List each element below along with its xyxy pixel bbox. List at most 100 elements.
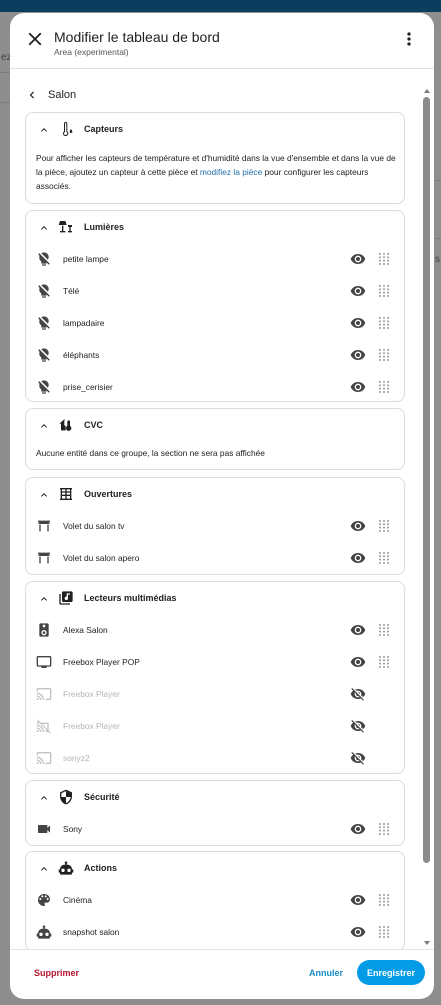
section-header-actions[interactable]: Actions xyxy=(26,852,404,886)
thermometer-water-icon xyxy=(63,122,73,137)
section-header-securite[interactable]: Sécurité xyxy=(26,781,404,815)
entity-name: prise_cerisier xyxy=(63,382,113,392)
eye-icon[interactable] xyxy=(350,550,366,566)
section-ouvertures: Ouvertures Volet du salon tv Volet du sa… xyxy=(25,477,405,575)
robot-icon xyxy=(58,861,74,875)
save-button[interactable]: Enregistrer xyxy=(357,960,425,985)
entity-row[interactable]: Volet du salon apero xyxy=(26,542,404,574)
edit-area-link[interactable]: modifiez la pièce xyxy=(200,167,262,177)
entity-row[interactable]: snapshot salon xyxy=(26,916,404,948)
scroll-up-arrow[interactable] xyxy=(424,89,430,93)
robot-icon xyxy=(36,924,52,940)
backdrop-edge-text: s xyxy=(435,254,440,265)
section-header-lecteurs[interactable]: Lecteurs multimédias xyxy=(26,582,404,616)
lightbulb-off-icon xyxy=(36,283,52,299)
scrollbar-thumb[interactable] xyxy=(423,97,430,863)
chevron-up-icon xyxy=(41,424,47,428)
close-button[interactable] xyxy=(24,28,46,50)
eye-off-icon[interactable] xyxy=(350,718,366,734)
entity-name: Freebox Player xyxy=(63,689,120,699)
entity-row-hidden[interactable]: Freebox Player xyxy=(26,710,404,742)
backdrop-divider xyxy=(0,102,10,103)
dots-vertical-icon xyxy=(407,32,411,46)
section-lecteurs-multimedias: Lecteurs multimédias Alexa Salon Freebox… xyxy=(25,581,405,774)
section-header-lumieres[interactable]: Lumières xyxy=(26,211,404,245)
entity-row[interactable]: petite lampe xyxy=(26,243,404,275)
lightbulb-off-icon xyxy=(36,251,52,267)
vertical-scrollbar[interactable] xyxy=(422,89,432,959)
entity-row[interactable]: Alexa Salon xyxy=(26,614,404,646)
entity-row-hidden[interactable]: Freebox Player xyxy=(26,678,404,710)
eye-icon[interactable] xyxy=(350,251,366,267)
lightbulb-off-icon xyxy=(36,315,52,331)
drag-handle-icon[interactable] xyxy=(378,655,390,669)
eye-icon[interactable] xyxy=(350,283,366,299)
entity-name: petite lampe xyxy=(63,254,109,264)
eye-icon[interactable] xyxy=(350,892,366,908)
drag-handle-icon[interactable] xyxy=(378,893,390,907)
drag-handle-icon[interactable] xyxy=(378,623,390,637)
back-to-area-button[interactable]: Salon xyxy=(25,87,76,103)
eye-icon[interactable] xyxy=(350,315,366,331)
overflow-menu-button[interactable] xyxy=(399,29,419,49)
section-title: Ouvertures xyxy=(84,489,133,499)
speaker-icon xyxy=(36,622,52,638)
drag-handle-icon[interactable] xyxy=(378,252,390,266)
section-capteurs: Capteurs Pour afficher les capteurs de t… xyxy=(25,112,405,204)
eye-icon[interactable] xyxy=(350,821,366,837)
drag-handle-icon[interactable] xyxy=(378,284,390,298)
cast-icon xyxy=(36,686,52,702)
eye-icon[interactable] xyxy=(350,347,366,363)
dialog-header: Modifier le tableau de bord Area (experi… xyxy=(10,13,434,67)
entity-row[interactable]: Télé xyxy=(26,275,404,307)
shield-icon xyxy=(60,789,72,805)
drag-handle-icon[interactable] xyxy=(378,519,390,533)
window-shutter-open-icon xyxy=(36,550,52,566)
app-top-bar xyxy=(0,0,441,12)
scroll-down-arrow[interactable] xyxy=(424,941,430,945)
eye-icon[interactable] xyxy=(350,654,366,670)
section-title: Lecteurs multimédias xyxy=(84,593,177,603)
entity-name: Cinéma xyxy=(63,895,92,905)
entity-row[interactable]: Sony xyxy=(26,813,404,845)
eye-icon[interactable] xyxy=(350,622,366,638)
section-header-capteurs[interactable]: Capteurs xyxy=(26,113,404,147)
drag-handle-icon[interactable] xyxy=(378,551,390,565)
multimedia-icon xyxy=(59,591,73,605)
entity-row[interactable]: lampadaire xyxy=(26,307,404,339)
eye-icon[interactable] xyxy=(350,518,366,534)
drag-handle-icon[interactable] xyxy=(378,925,390,939)
drag-handle-icon[interactable] xyxy=(378,822,390,836)
eye-off-icon[interactable] xyxy=(350,686,366,702)
entity-name: Sony xyxy=(63,824,83,834)
eye-icon[interactable] xyxy=(350,379,366,395)
cast-off-icon xyxy=(36,718,52,734)
entity-row[interactable]: Freebox Player POP xyxy=(26,646,404,678)
entity-row[interactable]: éléphants xyxy=(26,339,404,371)
chevron-up-icon xyxy=(41,796,47,800)
eye-off-icon[interactable] xyxy=(350,750,366,766)
entity-row[interactable]: Volet du salon tv xyxy=(26,510,404,542)
lightbulb-off-icon xyxy=(36,379,52,395)
entity-name: Alexa Salon xyxy=(63,625,108,635)
entity-row-hidden[interactable]: sonyz2 xyxy=(26,742,404,774)
entity-row[interactable]: prise_cerisier xyxy=(26,371,404,403)
dialog-subtitle: Area (experimental) xyxy=(54,47,129,57)
drag-handle-icon[interactable] xyxy=(378,348,390,362)
backdrop-divider xyxy=(434,180,441,181)
entity-name: Freebox Player xyxy=(63,721,120,731)
section-title: Sécurité xyxy=(84,792,120,802)
entity-row[interactable]: Cinéma xyxy=(26,884,404,916)
section-cvc: CVC Aucune entité dans ce groupe, la sec… xyxy=(25,408,405,470)
dialog-title: Modifier le tableau de bord xyxy=(54,29,220,45)
delete-button[interactable]: Supprimer xyxy=(34,968,79,978)
drag-handle-icon[interactable] xyxy=(378,316,390,330)
dialog-content[interactable]: Salon Capteurs Pour afficher les capteur… xyxy=(10,69,434,949)
footer-divider xyxy=(10,949,434,950)
section-description: Pour afficher les capteurs de températur… xyxy=(36,151,398,193)
section-header-cvc[interactable]: CVC xyxy=(26,409,404,443)
section-header-ouvertures[interactable]: Ouvertures xyxy=(26,478,404,512)
eye-icon[interactable] xyxy=(350,924,366,940)
cancel-button[interactable]: Annuler xyxy=(309,968,343,978)
drag-handle-icon[interactable] xyxy=(378,380,390,394)
